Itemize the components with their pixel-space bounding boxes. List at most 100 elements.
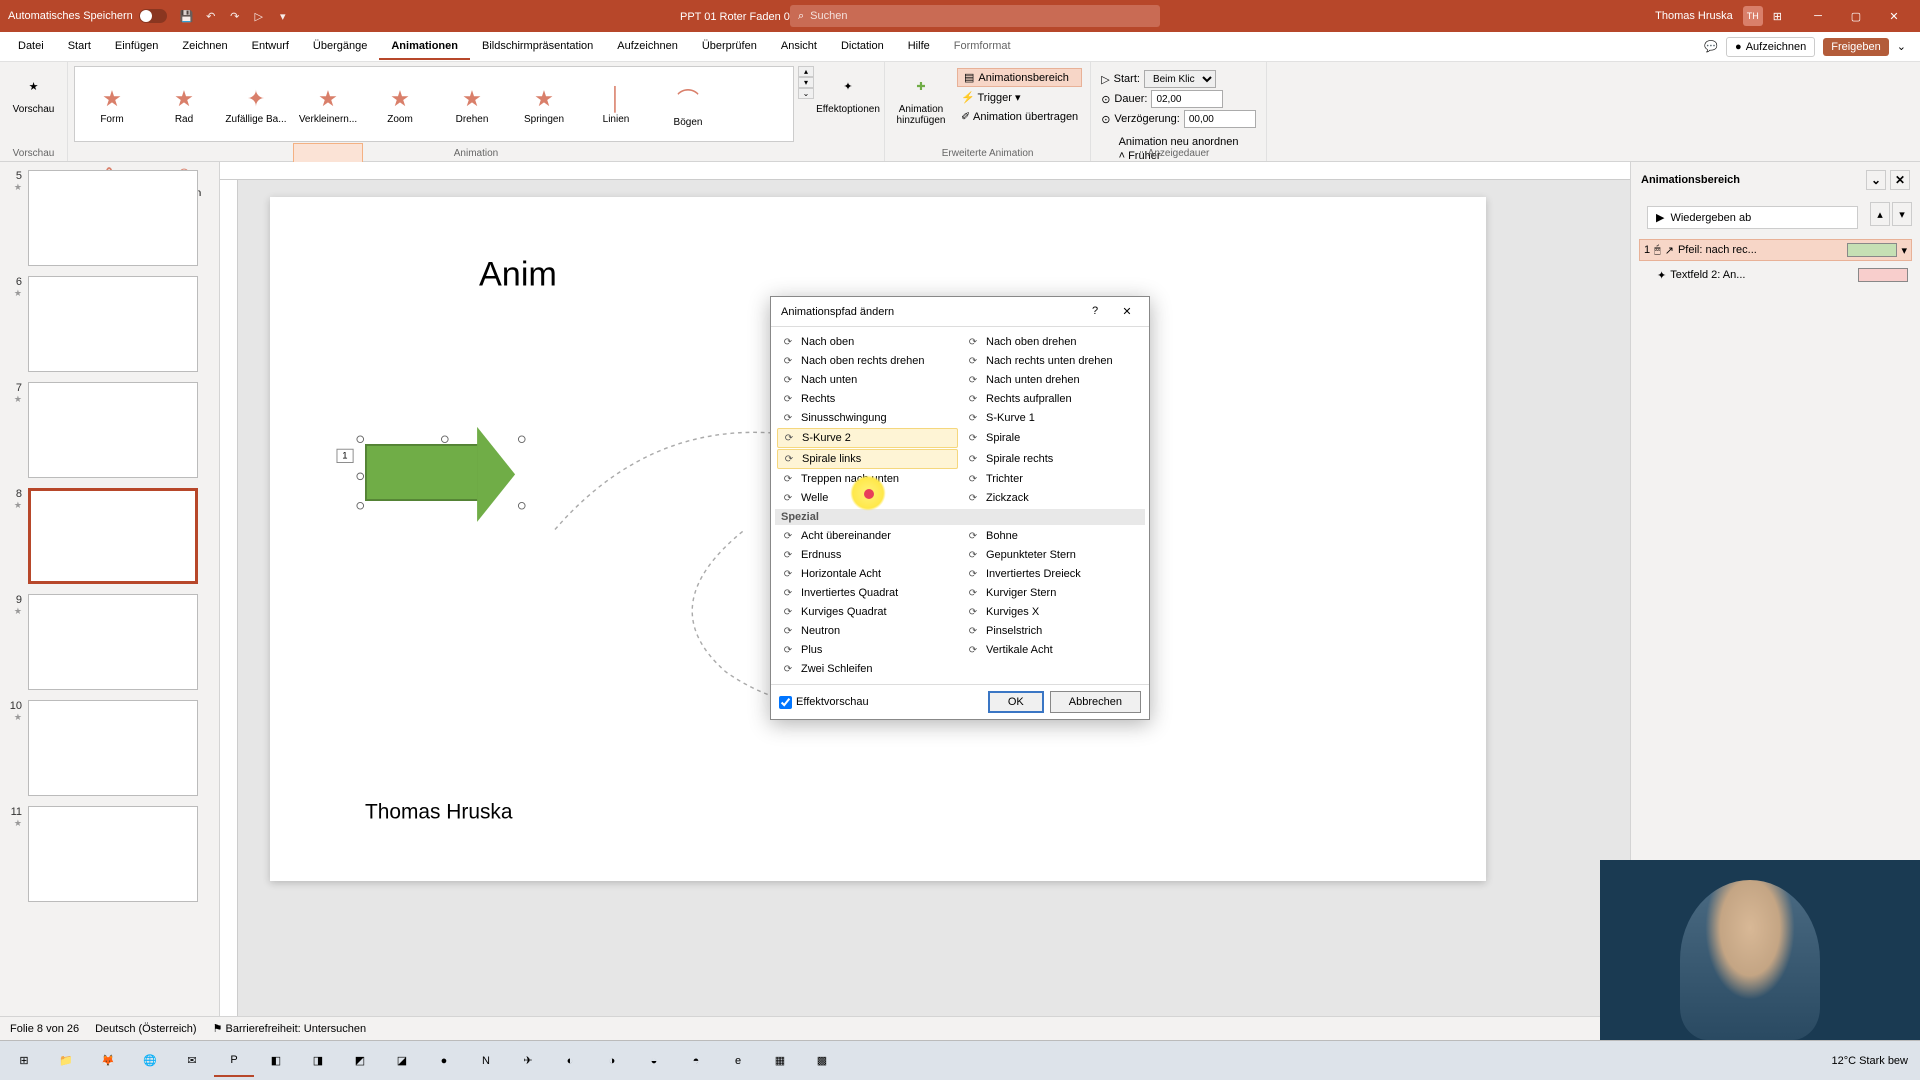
minimize-icon[interactable]: ─ <box>1800 4 1836 28</box>
tab-dictation[interactable]: Dictation <box>829 34 896 60</box>
path-option[interactable]: ⟳Invertiertes Dreieck <box>962 565 1143 583</box>
collapse-ribbon-icon[interactable]: ⌄ <box>1897 40 1906 53</box>
system-tray[interactable]: 12°C Stark bew <box>1831 1055 1916 1067</box>
app-icon[interactable]: ◐ <box>550 1045 590 1077</box>
animation-order-tag[interactable]: 1 <box>337 449 354 463</box>
path-option[interactable]: ⟳Treppen nach unten <box>777 470 958 488</box>
path-option[interactable]: ⟳Nach unten drehen <box>962 371 1143 389</box>
chrome-icon[interactable]: 🌐 <box>130 1045 170 1077</box>
path-option[interactable]: ⟳Invertiertes Quadrat <box>777 584 958 602</box>
path-option[interactable]: ⟳Acht übereinander <box>777 527 958 545</box>
cancel-button[interactable]: Abbrechen <box>1050 691 1141 713</box>
thumbnail-slide-11[interactable]: 11★ <box>4 806 215 902</box>
start-select[interactable]: Beim Klicken <box>1144 70 1216 88</box>
edge-icon[interactable]: e <box>718 1045 758 1077</box>
record-button[interactable]: ●Aufzeichnen <box>1726 37 1815 57</box>
windows-taskbar[interactable]: ⊞ 📁 🦊 🌐 ✉ P ◧ ◨ ◩ ◪ ● N ✈ ◐ ◑ ◒ ◓ e ▦ ▩ … <box>0 1040 1920 1080</box>
start-icon[interactable]: ▷ <box>251 8 267 24</box>
tab-bildschirmpräsentation[interactable]: Bildschirmpräsentation <box>470 34 605 60</box>
weather-widget[interactable]: 12°C Stark bew <box>1831 1055 1908 1067</box>
path-option[interactable]: ⟳Spirale links <box>777 449 958 469</box>
trigger-button[interactable]: ⚡ Trigger ▾ <box>957 89 1082 106</box>
thumbnail-slide-6[interactable]: 6★ <box>4 276 215 372</box>
tab-hilfe[interactable]: Hilfe <box>896 34 942 60</box>
slide-thumbnails[interactable]: 5★6★7★8★9★10★11★ <box>0 162 220 1056</box>
scroll-up-icon[interactable]: ▴ <box>798 66 814 77</box>
powerpoint-icon[interactable]: P <box>214 1045 254 1077</box>
telegram-icon[interactable]: ✈ <box>508 1045 548 1077</box>
app-icon[interactable]: ▩ <box>802 1045 842 1077</box>
path-option[interactable]: ⟳Nach oben <box>777 333 958 351</box>
path-option[interactable]: ⟳Trichter <box>962 470 1143 488</box>
gallery-scroll[interactable]: ▴▾⌄ <box>798 66 814 99</box>
tab-start[interactable]: Start <box>56 34 103 60</box>
tab-aufzeichnen[interactable]: Aufzeichnen <box>605 34 690 60</box>
gallery-item[interactable]: ⌒Bögen <box>653 69 723 141</box>
add-animation-button[interactable]: ✚Animation hinzufügen <box>891 66 951 130</box>
path-option[interactable]: ⟳Spirale <box>962 428 1143 448</box>
ribbon-options-icon[interactable]: ⊞ <box>1773 10 1782 23</box>
tab-datei[interactable]: Datei <box>6 34 56 60</box>
gallery-item[interactable]: ★Springen <box>509 69 579 141</box>
maximize-icon[interactable]: ▢ <box>1838 4 1874 28</box>
path-option[interactable]: ⟳Plus <box>777 641 958 659</box>
pane-dropdown-icon[interactable]: ⌄ <box>1866 170 1886 190</box>
share-button[interactable]: Freigeben <box>1823 38 1889 56</box>
gallery-expand-icon[interactable]: ⌄ <box>798 88 814 99</box>
gallery-item[interactable]: ★Zoom <box>365 69 435 141</box>
firefox-icon[interactable]: 🦊 <box>88 1045 128 1077</box>
app-icon[interactable]: ◧ <box>256 1045 296 1077</box>
path-option[interactable]: ⟳Kurviges X <box>962 603 1143 621</box>
selection-handles[interactable] <box>360 439 522 506</box>
accessibility-status[interactable]: ⚑ Barrierefreiheit: Untersuchen <box>213 1022 367 1035</box>
path-option[interactable]: ⟳Rechts aufprallen <box>962 390 1143 408</box>
thumbnail-slide-7[interactable]: 7★ <box>4 382 215 478</box>
delay-input[interactable] <box>1184 110 1256 128</box>
animation-gallery[interactable]: ★Form★Rad✦Zufällige Ba...★Verkleinern...… <box>74 66 794 142</box>
dialog-titlebar[interactable]: Animationspfad ändern ?✕ <box>771 297 1149 327</box>
toggle-switch[interactable] <box>139 9 167 23</box>
path-option[interactable]: ⟳Gepunkteter Stern <box>962 546 1143 564</box>
tab-formformat[interactable]: Formformat <box>942 34 1023 60</box>
tab-zeichnen[interactable]: Zeichnen <box>170 34 239 60</box>
thumbnail-slide-10[interactable]: 10★ <box>4 700 215 796</box>
comments-icon[interactable]: 💬 <box>1704 40 1718 53</box>
timing-bar[interactable] <box>1847 243 1897 257</box>
start-button[interactable]: ⊞ <box>4 1045 44 1077</box>
preview-button[interactable]: ★Vorschau <box>4 66 64 119</box>
gallery-item[interactable]: ✦Zufällige Ba... <box>221 69 291 141</box>
app-icon[interactable]: ◒ <box>634 1045 674 1077</box>
tab-einfügen[interactable]: Einfügen <box>103 34 170 60</box>
app-icon[interactable]: ▦ <box>760 1045 800 1077</box>
path-option[interactable]: ⟳Welle <box>777 489 958 507</box>
more-icon[interactable]: ▾ <box>275 8 291 24</box>
item-menu-icon[interactable]: ▾ <box>1901 244 1907 257</box>
undo-icon[interactable]: ↶ <box>203 8 219 24</box>
timing-bar[interactable] <box>1858 268 1908 282</box>
path-option[interactable]: ⟳Neutron <box>777 622 958 640</box>
path-option[interactable]: ⟳Nach unten <box>777 371 958 389</box>
move-up-icon[interactable]: ▴ <box>1870 202 1890 226</box>
thumbnail-slide-8[interactable]: 8★ <box>4 488 215 584</box>
path-option[interactable]: ⟳Rechts <box>777 390 958 408</box>
gallery-item[interactable]: │Linien <box>581 69 651 141</box>
path-option[interactable]: ⟳Nach oben drehen <box>962 333 1143 351</box>
redo-icon[interactable]: ↷ <box>227 8 243 24</box>
app-icon[interactable]: ◨ <box>298 1045 338 1077</box>
app-icon[interactable]: ◑ <box>592 1045 632 1077</box>
gallery-item[interactable]: ★Verkleinern... <box>293 69 363 141</box>
path-option[interactable]: ⟳Spirale rechts <box>962 449 1143 469</box>
path-option[interactable]: ⟳Nach oben rechts drehen <box>777 352 958 370</box>
path-option[interactable]: ⟳Erdnuss <box>777 546 958 564</box>
app-icon[interactable]: ● <box>424 1045 464 1077</box>
app-icon[interactable]: ◩ <box>340 1045 380 1077</box>
gallery-item[interactable]: ★Drehen <box>437 69 507 141</box>
onenote-icon[interactable]: N <box>466 1045 506 1077</box>
animation-pane-button[interactable]: ▤Animationsbereich <box>957 68 1082 87</box>
path-option[interactable]: ⟳Sinusschwingung <box>777 409 958 427</box>
help-icon[interactable]: ? <box>1083 305 1107 318</box>
save-icon[interactable]: 💾 <box>179 8 195 24</box>
dialog-close-icon[interactable]: ✕ <box>1115 305 1139 318</box>
move-down-icon[interactable]: ▾ <box>1892 202 1912 226</box>
path-option[interactable]: ⟳S-Kurve 1 <box>962 409 1143 427</box>
